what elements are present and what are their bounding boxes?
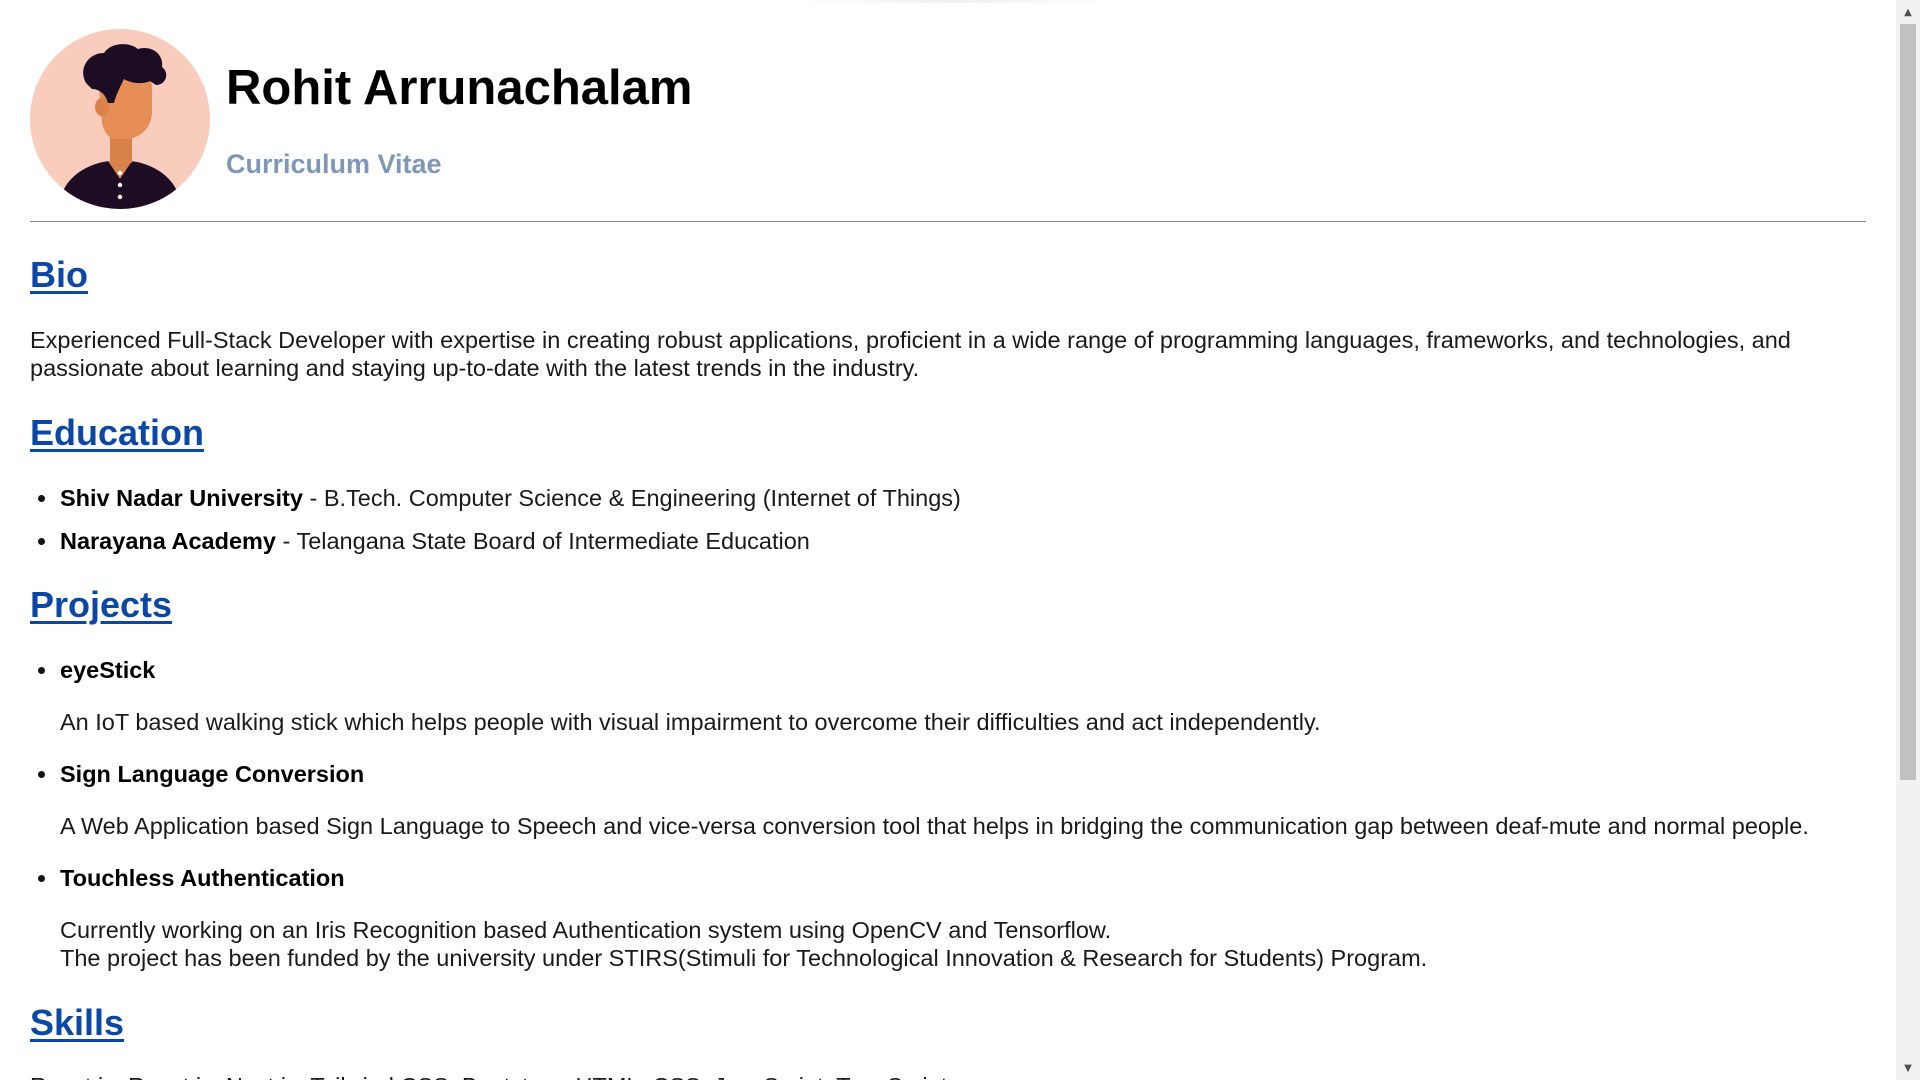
avatar (30, 29, 210, 209)
cv-header: Rohit Arrunachalam Curriculum Vitae (30, 0, 1866, 222)
bio-text: Experienced Full-Stack Developer with ex… (30, 327, 1791, 381)
education-list: Shiv Nadar University - B.Tech. Computer… (30, 484, 961, 570)
project-title: Sign Language Conversion (30, 760, 1809, 788)
project-item: Sign Language Conversion A Web Applicati… (30, 760, 1809, 840)
education-detail: - B.Tech. Computer Science & Engineering… (302, 485, 961, 511)
section-heading-bio: Bio (30, 254, 88, 296)
section-heading-education: Education (30, 412, 204, 454)
scrollbar-thumb[interactable] (1900, 24, 1916, 780)
education-link[interactable]: Education (30, 412, 204, 453)
list-item: Narayana Academy - Telangana State Board… (30, 527, 961, 555)
scroll-up-arrow-icon[interactable]: ▲ (1896, 0, 1920, 24)
page: Rohit Arrunachalam Curriculum Vitae Bio … (0, 0, 1920, 1080)
section-heading-skills: Skills (30, 1002, 124, 1044)
list-item: Shiv Nadar University - B.Tech. Computer… (30, 484, 961, 512)
project-description-line: A Web Application based Sign Language to… (60, 813, 1809, 839)
project-description: An IoT based walking stick which helps p… (60, 708, 1321, 736)
project-title: eyeStick (30, 656, 1321, 684)
project-description-line: An IoT based walking stick which helps p… (60, 709, 1321, 735)
page-title: Rohit Arrunachalam (226, 61, 693, 115)
education-detail: - Telangana State Board of Intermediate … (275, 528, 810, 554)
cv-content: Rohit Arrunachalam Curriculum Vitae Bio … (30, 0, 1866, 1080)
person-avatar-icon (30, 29, 210, 209)
project-description: A Web Application based Sign Language to… (60, 812, 1809, 840)
education-school: Shiv Nadar University (60, 485, 303, 511)
project-item: eyeStick An IoT based walking stick whic… (30, 656, 1321, 736)
skills-link[interactable]: Skills (30, 1002, 124, 1043)
bio-link[interactable]: Bio (30, 254, 88, 295)
projects-link[interactable]: Projects (30, 584, 172, 625)
project-description-line: The project has been funded by the unive… (60, 945, 1428, 971)
header-divider (30, 221, 1866, 222)
project-item: Touchless Authentication Currently worki… (30, 864, 1427, 972)
page-subtitle: Curriculum Vitae (226, 149, 442, 179)
section-heading-projects: Projects (30, 584, 172, 626)
project-title: Touchless Authentication (30, 864, 1427, 892)
project-description-line: Currently working on an Iris Recognition… (60, 917, 1112, 943)
education-school: Narayana Academy (60, 528, 276, 554)
scroll-down-arrow-icon[interactable]: ▼ (1896, 1056, 1920, 1080)
project-description: Currently working on an Iris Recognition… (60, 916, 1427, 972)
skills-text: React.js, React.js, Next.js, Tailwind CS… (30, 1072, 947, 1080)
vertical-scrollbar[interactable]: ▲ ▼ (1896, 0, 1920, 1080)
